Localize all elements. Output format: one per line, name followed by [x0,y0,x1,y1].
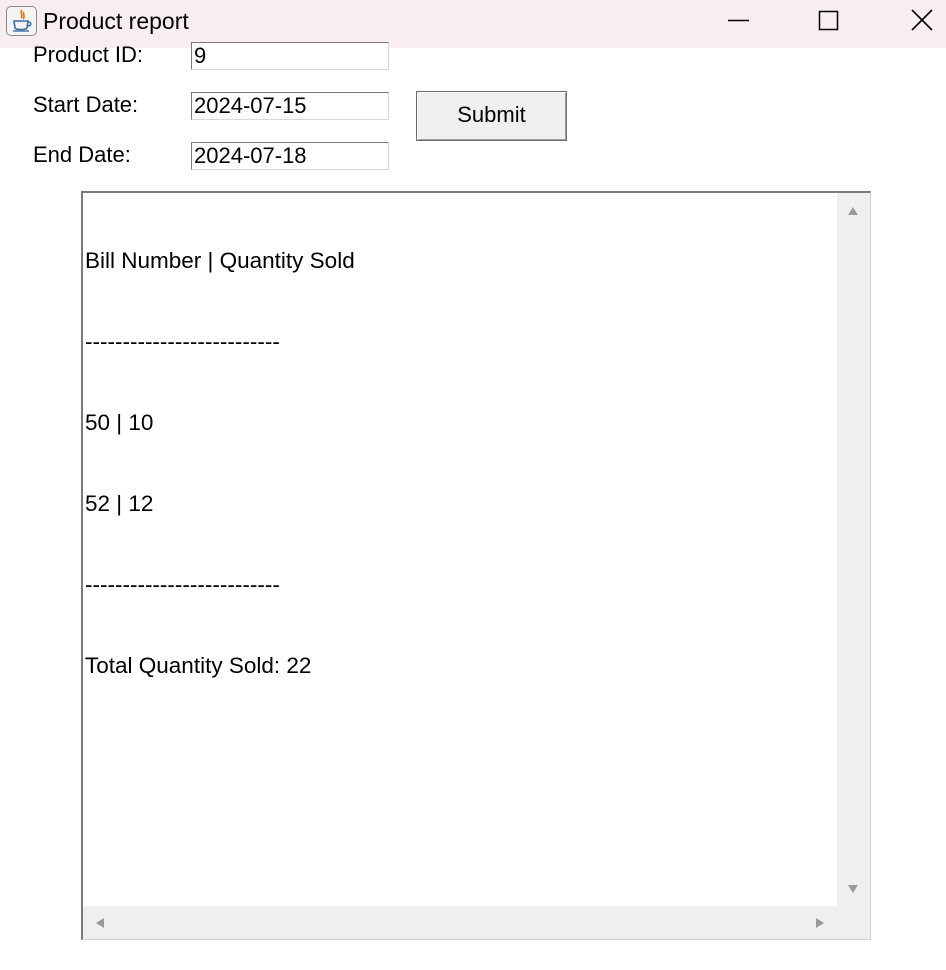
report-row: 52 | 12 [85,491,154,516]
scroll-left-arrow-icon[interactable] [96,918,104,928]
horizontal-scrollbar[interactable] [83,906,837,939]
end-date-input[interactable]: 2024-07-18 [191,142,389,170]
scroll-down-arrow-icon[interactable] [848,885,858,893]
report-total: Total Quantity Sold: 22 [85,653,312,678]
close-icon [911,9,933,31]
product-id-label: Product ID: [33,42,144,67]
java-icon [6,6,37,36]
report-text: Bill Number | Quantity Sold ------------… [85,193,355,733]
maximize-icon [818,10,839,31]
report-separator-bottom: -------------------------- [85,572,280,597]
submit-button[interactable]: Submit [416,91,567,141]
start-date-input[interactable]: 2024-07-15 [191,92,389,120]
product-report-window: Product report Product ID: 9 Start Date:… [0,0,946,970]
window-title: Product report [43,8,189,34]
maximize-button[interactable] [783,0,875,44]
minimize-icon [728,19,749,22]
vertical-scrollbar[interactable] [837,193,870,907]
start-date-label: Start Date: [33,92,139,117]
scroll-right-arrow-icon[interactable] [816,918,824,928]
report-text-area[interactable]: Bill Number | Quantity Sold ------------… [81,191,871,940]
product-id-input[interactable]: 9 [191,42,389,70]
report-row: 50 | 10 [85,410,154,435]
report-separator-top: -------------------------- [85,329,280,354]
minimize-button[interactable] [692,0,784,44]
report-header: Bill Number | Quantity Sold [85,248,355,273]
end-date-label: End Date: [33,142,131,167]
scrollbar-corner [837,906,870,939]
close-button[interactable] [876,0,946,44]
title-bar[interactable]: Product report [0,0,946,48]
scroll-up-arrow-icon[interactable] [848,207,858,215]
